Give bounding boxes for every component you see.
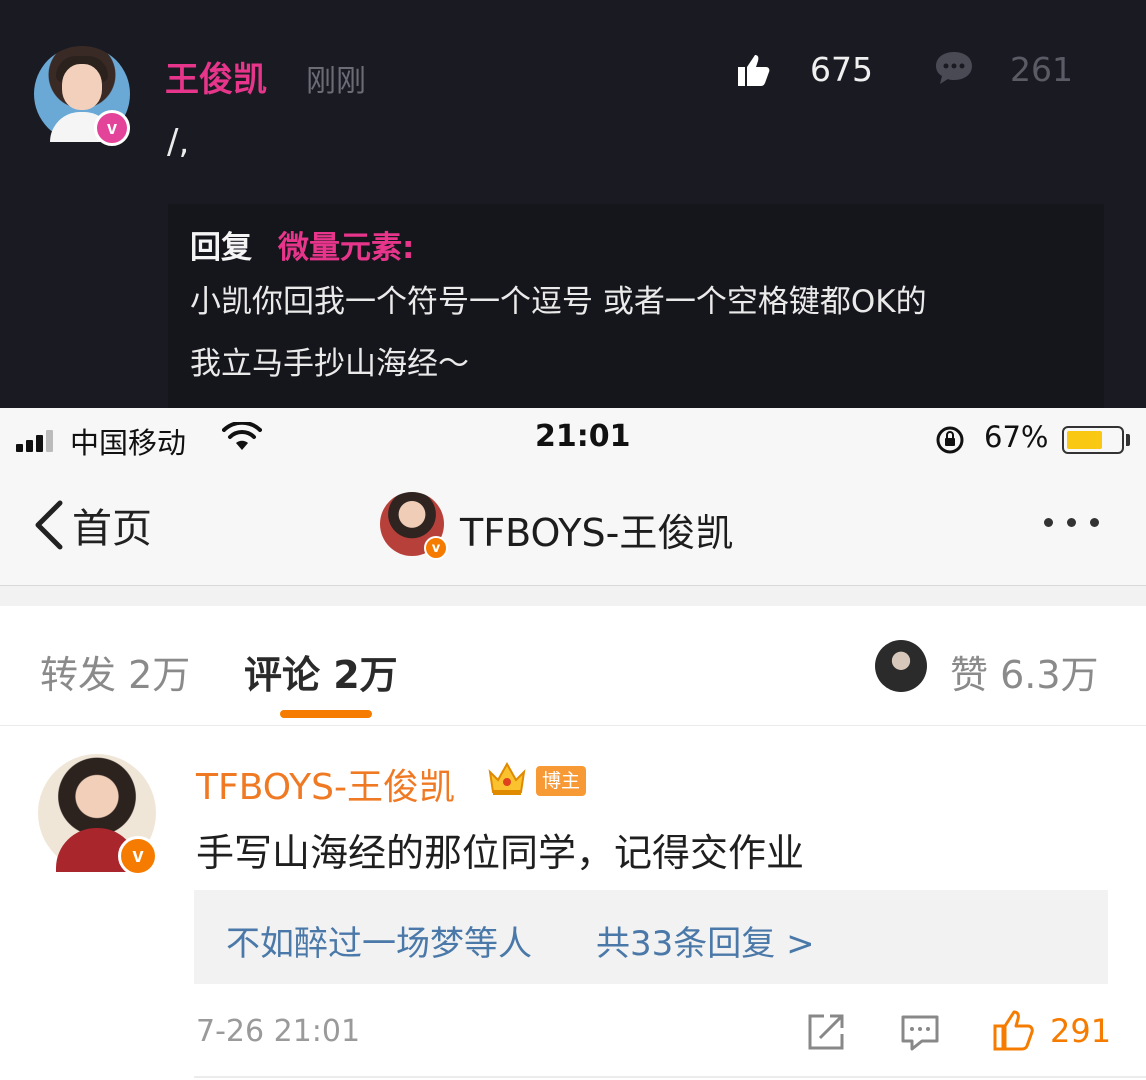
back-label: 首页: [72, 506, 152, 552]
reply-text-line: 小凯你回我一个符号一个逗号 或者一个空格键都OK的: [190, 284, 927, 320]
battery-percent: 67%: [984, 420, 1049, 454]
quoted-reply: 回复 微量元素: 小凯你回我一个符号一个逗号 或者一个空格键都OK的 我立马手抄…: [168, 204, 1104, 408]
reply-label: 回复: [190, 230, 252, 266]
avatar: [875, 640, 927, 692]
thumbs-up-icon[interactable]: [736, 52, 772, 88]
post-time: 刚刚: [306, 64, 366, 99]
battery-icon: [1062, 426, 1124, 454]
tab-bar: 转发 2万 评论 2万 赞 6.3万: [0, 606, 1146, 726]
status-bar: 中国移动 21:01 67%: [0, 408, 1146, 468]
carrier-name: 中国移动: [70, 426, 187, 460]
verified-badge: v: [424, 536, 448, 560]
crown-icon: [488, 761, 526, 795]
clock: 21:01: [535, 419, 631, 454]
comment-time: 7-26 21:01: [196, 1014, 361, 1049]
like-count: 675: [810, 50, 873, 89]
battery-tip: [1126, 434, 1130, 446]
more-options-icon[interactable]: [1044, 518, 1099, 527]
verified-badge: v: [94, 110, 130, 146]
navigation-bar: 首页 v TFBOYS-王俊凯: [0, 468, 1146, 586]
share-icon[interactable]: [806, 1012, 846, 1052]
reply-text-line: 我立马手抄山海经～: [190, 346, 469, 382]
verified-badge: v: [118, 836, 158, 876]
reply-preview-user[interactable]: 不如醉过一场梦等人: [226, 916, 532, 965]
reply-icon[interactable]: [900, 1014, 940, 1052]
tab-repost[interactable]: 转发 2万: [40, 644, 190, 699]
avatar-face: [62, 64, 102, 110]
reply-target-user[interactable]: 微量元素:: [278, 222, 414, 267]
page-title: TFBOYS-王俊凯: [460, 511, 734, 555]
divider: [194, 1076, 1146, 1078]
post-text: /,: [167, 122, 190, 162]
comment-text: 手写山海经的那位同学，记得交作业: [196, 831, 805, 875]
author-tag: 博主: [536, 766, 587, 796]
comment-count: 261: [1010, 50, 1073, 89]
post-author-name[interactable]: 王俊凯: [165, 52, 267, 101]
comment-author-name[interactable]: TFBOYS-王俊凯: [196, 758, 455, 810]
back-button[interactable]: 首页: [30, 496, 152, 554]
divider: [0, 586, 1146, 606]
wifi-icon: [222, 422, 262, 450]
signal-icon: [16, 430, 53, 452]
orientation-lock-icon: [936, 426, 964, 454]
chevron-left-icon: [35, 500, 63, 550]
tab-comments[interactable]: 评论 2万: [244, 644, 398, 699]
reply-screenshot-panel: v 王俊凯 刚刚 /, 675 261 回复 微量元素: 小凯你回我一个符号一个…: [0, 0, 1146, 408]
active-tab-indicator: [280, 710, 372, 718]
comment-bubble-icon[interactable]: [934, 50, 974, 86]
tab-likes[interactable]: 赞 6.3万: [950, 644, 1099, 699]
view-replies-link[interactable]: 共33条回复 >: [596, 916, 815, 965]
like-count: 291: [1050, 1012, 1112, 1050]
reply-preview[interactable]: 不如醉过一场梦等人 共33条回复 >: [194, 890, 1108, 984]
thumbs-up-icon[interactable]: [992, 1008, 1036, 1052]
